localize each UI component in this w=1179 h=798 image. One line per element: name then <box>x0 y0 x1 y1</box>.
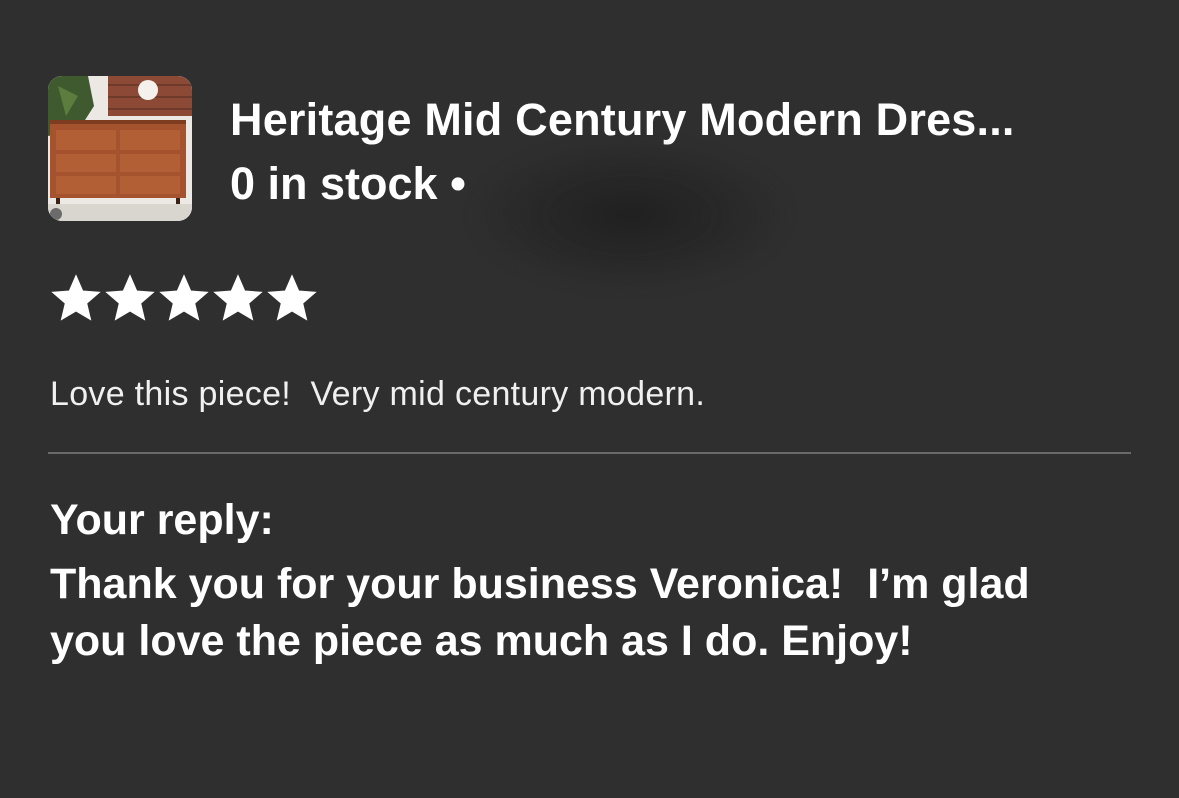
redacted-blur <box>470 140 790 290</box>
star-rating <box>50 272 318 324</box>
stock-status: 0 in stock • <box>230 158 466 209</box>
divider <box>48 452 1131 454</box>
reply-text: Thank you for your business Veronica! I’… <box>50 560 1042 665</box>
star-icon <box>51 274 101 321</box>
star-icon <box>213 274 263 321</box>
product-thumbnail[interactable] <box>48 76 192 221</box>
product-title[interactable]: Heritage Mid Century Modern Dres... <box>230 94 1130 146</box>
star-icon <box>267 274 317 321</box>
reply-label: Your reply: <box>50 496 274 544</box>
dresser-photo-icon <box>48 76 192 221</box>
star-icon <box>105 274 155 321</box>
review-card: Heritage Mid Century Modern Dres... 0 in… <box>0 0 1179 798</box>
review-text: Love this piece! Very mid century modern… <box>50 375 706 413</box>
star-icon <box>159 274 209 321</box>
